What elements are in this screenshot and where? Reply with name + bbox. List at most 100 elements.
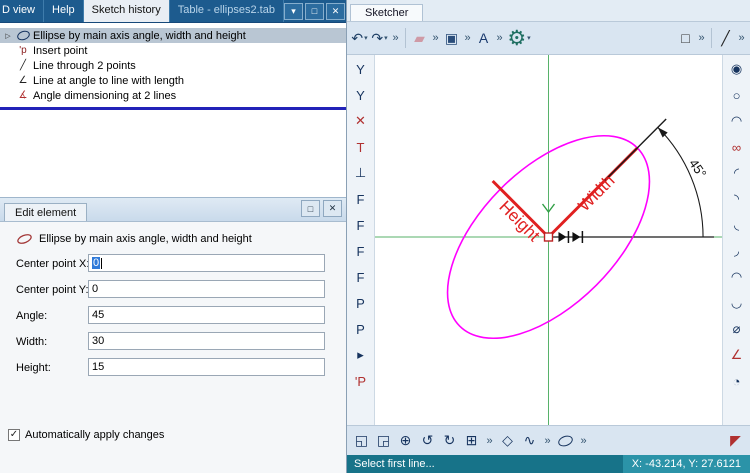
ellipse-tool[interactable] bbox=[556, 429, 575, 453]
corner-tool[interactable]: ◤ bbox=[726, 429, 745, 453]
diameter-dimension-tool[interactable]: ⌀ bbox=[726, 318, 748, 340]
settings-gear-dropdown-icon[interactable]: ▾ bbox=[527, 34, 531, 42]
fix-constraint-4-tool[interactable]: F bbox=[350, 266, 372, 288]
redo-button[interactable]: ↷ ▾ bbox=[370, 26, 389, 50]
copy-overflow[interactable]: » bbox=[462, 26, 473, 50]
circle-2-point-tool[interactable]: ∞ bbox=[726, 136, 748, 158]
constraint-y2-tool[interactable]: Y bbox=[350, 84, 372, 106]
undo-button-dropdown-icon[interactable]: ▾ bbox=[364, 34, 368, 42]
history-item-line-at-angle[interactable]: ∠ Line at angle to line with length bbox=[0, 73, 346, 88]
rectangle-tool[interactable]: □ bbox=[676, 26, 695, 50]
history-item-ellipse[interactable]: ▷ Ellipse by main axis angle, width and … bbox=[0, 28, 346, 43]
fix-constraint-2-tool[interactable]: F bbox=[350, 214, 372, 236]
rotate-cw-tool[interactable]: ↻ bbox=[440, 429, 459, 453]
history-item-line-2-points[interactable]: ╱ Line through 2 points bbox=[0, 58, 346, 73]
radius-dimension-tool[interactable]: ◔ bbox=[726, 370, 748, 392]
field-row: Height: 15 bbox=[16, 358, 346, 378]
text-overflow[interactable]: » bbox=[494, 26, 505, 50]
arc-3-point-tool[interactable]: ◠ bbox=[726, 110, 748, 132]
settings-gear[interactable]: ⚙ ▾ bbox=[506, 26, 532, 50]
field-row: Width: 30 bbox=[16, 332, 346, 352]
maximize-icon[interactable]: □ bbox=[304, 2, 324, 20]
arc-tool-3[interactable]: ◟ bbox=[726, 214, 748, 236]
arc-tool-6[interactable]: ◡ bbox=[726, 292, 748, 314]
insert-point-tool[interactable]: 'P bbox=[350, 370, 372, 392]
ellipse-overflow[interactable]: » bbox=[578, 429, 589, 453]
constraint-y1-tool[interactable]: Y bbox=[350, 58, 372, 80]
snap-overflow[interactable]: » bbox=[484, 429, 495, 453]
perpendicular-tool[interactable]: ⊥ bbox=[350, 162, 372, 184]
history-item-insert-point[interactable]: 'p Insert point bbox=[0, 43, 346, 58]
tangent-tool[interactable]: T bbox=[350, 136, 372, 158]
height-input[interactable]: 15 bbox=[88, 358, 325, 376]
point-constraint-2-tool[interactable]: P bbox=[350, 318, 372, 340]
close-icon[interactable]: ✕ bbox=[323, 200, 342, 217]
center-point-marker[interactable] bbox=[543, 232, 554, 242]
history-list: ▷ Ellipse by main axis angle, width and … bbox=[0, 23, 346, 202]
height-label: Height bbox=[495, 197, 543, 245]
delete-constraint-tool[interactable]: ✕ bbox=[350, 110, 372, 132]
line-tool[interactable]: ╱ bbox=[716, 26, 735, 50]
snap-center-tool[interactable]: ⊕ bbox=[396, 429, 415, 453]
field-row: Angle: 45 bbox=[16, 306, 346, 326]
toolbar-separator bbox=[405, 28, 406, 48]
angle-input[interactable]: 45 bbox=[88, 306, 325, 324]
maximize-icon[interactable]: □ bbox=[301, 200, 320, 217]
angle-dimension-tool[interactable]: ∠ bbox=[726, 344, 748, 366]
center-point-x-input[interactable]: 0 bbox=[88, 254, 325, 272]
angle-dimension-icon: ∡ bbox=[18, 90, 28, 101]
width-label: Width bbox=[574, 171, 618, 215]
marker-tool[interactable]: ▸ bbox=[350, 344, 372, 366]
angle-dimension-arc[interactable] bbox=[657, 127, 704, 238]
center-point-y-input[interactable]: 0 bbox=[88, 280, 325, 298]
tab-3d-view[interactable]: D view bbox=[0, 0, 45, 22]
element-type-label: Ellipse by main axis angle, width and he… bbox=[39, 233, 252, 245]
erase-tool[interactable]: ▰ bbox=[410, 26, 429, 50]
tab-sketch-history[interactable]: Sketch history bbox=[83, 0, 170, 22]
fix-constraint-3-tool[interactable]: F bbox=[350, 240, 372, 262]
status-message: Select first line... bbox=[354, 458, 435, 470]
arc-tool-2[interactable]: ◝ bbox=[726, 188, 748, 210]
status-bar: Select first line... X: -43.214, Y: 27.6… bbox=[347, 455, 750, 473]
circle-center-tool[interactable]: ◉ bbox=[726, 58, 748, 80]
erase-overflow[interactable]: » bbox=[430, 26, 441, 50]
tab-list-dropdown-icon[interactable]: ▾ bbox=[283, 2, 303, 20]
width-input[interactable]: 30 bbox=[88, 332, 325, 350]
field-row: Center point Y: 0 bbox=[16, 280, 346, 300]
angle-reference-line[interactable] bbox=[603, 118, 667, 182]
spline-overflow[interactable]: » bbox=[542, 429, 553, 453]
expand-arrow-icon[interactable]: ▷ bbox=[3, 32, 13, 40]
point-constraint-1-tool[interactable]: P bbox=[350, 292, 372, 314]
move-tool[interactable]: ◲ bbox=[374, 429, 393, 453]
sketch-history-panel: D view Help Sketch history Table - ellip… bbox=[0, 0, 346, 202]
rectangle-overflow[interactable]: » bbox=[696, 26, 707, 50]
grid-snap-tool[interactable]: ⊞ bbox=[462, 429, 481, 453]
arc-tool-1[interactable]: ◜ bbox=[726, 162, 748, 184]
auto-apply-checkbox[interactable]: ✓ Automatically apply changes bbox=[8, 429, 164, 441]
stretch-tool[interactable]: ◱ bbox=[352, 429, 371, 453]
tab-help[interactable]: Help bbox=[44, 0, 84, 22]
line-overflow[interactable]: » bbox=[736, 26, 747, 50]
ellipse-icon bbox=[17, 234, 32, 244]
rotate-ccw-tool[interactable]: ↺ bbox=[418, 429, 437, 453]
sketch-canvas[interactable]: 45° Width Height bbox=[375, 55, 722, 425]
tab-table-ellipses2[interactable]: Table - ellipses2.tab bbox=[170, 0, 284, 22]
fix-constraint-1-tool[interactable]: F bbox=[350, 188, 372, 210]
polygon-tool[interactable]: ◇ bbox=[498, 429, 517, 453]
copy-tool[interactable]: ▣ bbox=[442, 26, 461, 50]
field-label: Height: bbox=[16, 362, 51, 374]
sketcher-main-area: Y Y ✕ T ⊥ F F F F P P ▸ 'P 45° Width Height bbox=[347, 55, 750, 425]
history-item-angle-dimension[interactable]: ∡ Angle dimensioning at 2 lines bbox=[0, 88, 346, 103]
undo-overflow[interactable]: » bbox=[390, 26, 401, 50]
circle-tool[interactable]: ○ bbox=[726, 84, 748, 106]
arc-tool-5[interactable]: ◠ bbox=[726, 266, 748, 288]
arc-tool-4[interactable]: ◞ bbox=[726, 240, 748, 262]
text-tool[interactable]: A bbox=[474, 26, 493, 50]
redo-button-dropdown-icon[interactable]: ▾ bbox=[384, 34, 388, 42]
spline-tool[interactable]: ∿ bbox=[520, 429, 539, 453]
coordinate-display: X: -43.214, Y: 27.6121 bbox=[622, 455, 750, 473]
undo-button[interactable]: ↶ ▾ bbox=[350, 26, 369, 50]
left-column: D view Help Sketch history Table - ellip… bbox=[0, 0, 346, 473]
tab-sketcher[interactable]: Sketcher bbox=[350, 4, 424, 21]
close-icon[interactable]: ✕ bbox=[325, 2, 345, 20]
